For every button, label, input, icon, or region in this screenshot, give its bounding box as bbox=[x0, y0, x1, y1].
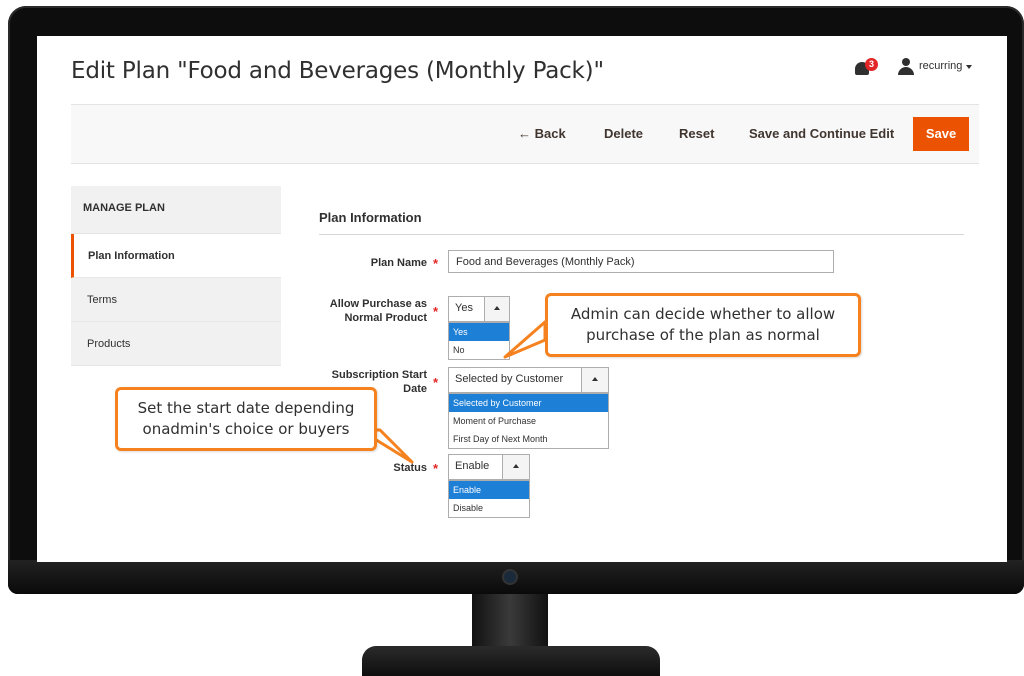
callout-allow-purchase: Admin can decide whether to allow purcha… bbox=[545, 293, 861, 357]
callout-start-date: Set the start date depending onadmin's c… bbox=[115, 387, 377, 451]
callout-pointers bbox=[358, 320, 547, 464]
